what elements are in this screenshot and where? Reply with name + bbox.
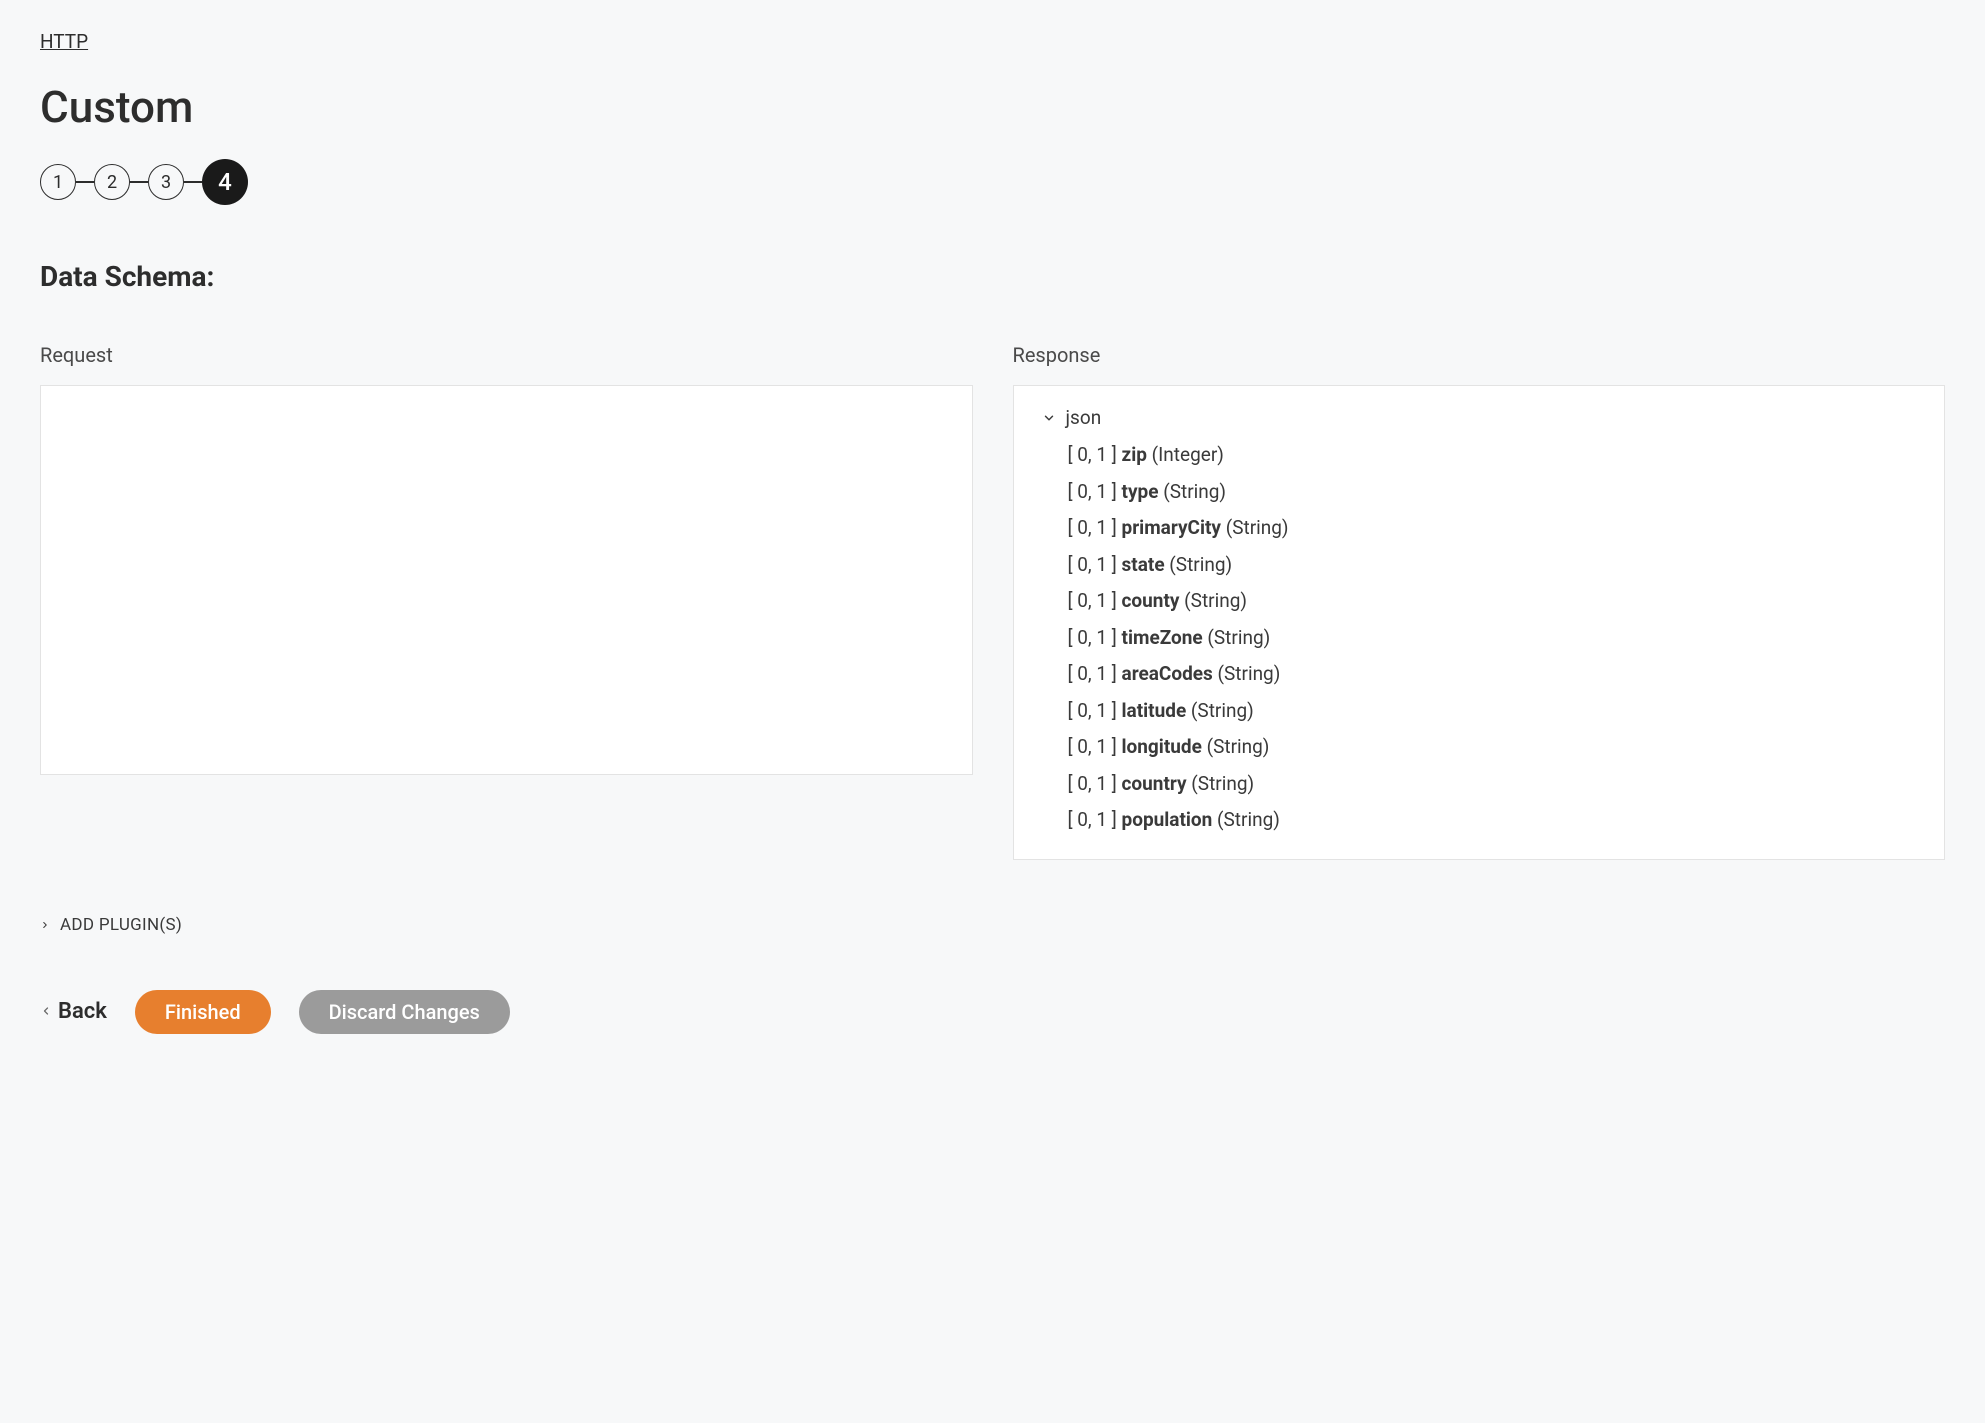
- tree-item[interactable]: [ 0, 1 ] state (String): [1068, 547, 1917, 584]
- step-4[interactable]: 4: [202, 159, 248, 205]
- stepper: 1234: [40, 159, 1945, 205]
- field-cardinality: [ 0, 1 ]: [1068, 626, 1122, 649]
- tree-item[interactable]: [ 0, 1 ] country (String): [1068, 766, 1917, 803]
- section-title: Data Schema:: [40, 260, 1945, 293]
- step-2[interactable]: 2: [94, 164, 130, 200]
- field-type: (String): [1221, 516, 1289, 539]
- field-cardinality: [ 0, 1 ]: [1068, 443, 1122, 466]
- field-name: latitude: [1122, 699, 1187, 722]
- field-type: (String): [1186, 699, 1254, 722]
- field-name: type: [1122, 480, 1159, 503]
- step-connector: [130, 181, 148, 183]
- breadcrumb-http[interactable]: HTTP: [40, 30, 88, 53]
- field-type: (String): [1212, 808, 1280, 831]
- field-cardinality: [ 0, 1 ]: [1068, 699, 1122, 722]
- tree-item[interactable]: [ 0, 1 ] timeZone (String): [1068, 620, 1917, 657]
- finished-button[interactable]: Finished: [135, 990, 271, 1034]
- response-label: Response: [1013, 343, 1946, 367]
- step-3[interactable]: 3: [148, 164, 184, 200]
- add-plugins-label: ADD PLUGIN(S): [60, 915, 182, 935]
- field-type: (String): [1158, 480, 1226, 503]
- response-column: Response json [ 0, 1 ] zip (Integer)[ 0,…: [1013, 343, 1946, 860]
- footer-buttons: Back Finished Discard Changes: [40, 990, 1945, 1034]
- field-name: longitude: [1122, 735, 1202, 758]
- tree-item[interactable]: [ 0, 1 ] primaryCity (String): [1068, 510, 1917, 547]
- response-panel[interactable]: json [ 0, 1 ] zip (Integer)[ 0, 1 ] type…: [1013, 385, 1946, 860]
- field-name: county: [1122, 589, 1180, 612]
- page-title: Custom: [40, 81, 1945, 133]
- chevron-right-icon: [40, 915, 50, 934]
- field-name: population: [1122, 808, 1213, 831]
- tree-item[interactable]: [ 0, 1 ] population (String): [1068, 802, 1917, 839]
- field-type: (String): [1202, 735, 1270, 758]
- field-type: (String): [1179, 589, 1247, 612]
- field-type: (String): [1165, 553, 1233, 576]
- tree-root-label: json: [1066, 406, 1102, 429]
- step-connector: [76, 181, 94, 183]
- field-type: (String): [1213, 662, 1281, 685]
- request-label: Request: [40, 343, 973, 367]
- field-type: (String): [1187, 772, 1255, 795]
- field-cardinality: [ 0, 1 ]: [1068, 553, 1122, 576]
- step-1[interactable]: 1: [40, 164, 76, 200]
- add-plugins-toggle[interactable]: ADD PLUGIN(S): [40, 915, 1945, 935]
- field-type: (String): [1203, 626, 1271, 649]
- field-name: state: [1122, 553, 1165, 576]
- field-cardinality: [ 0, 1 ]: [1068, 516, 1122, 539]
- back-button-label: Back: [58, 999, 107, 1024]
- request-column: Request: [40, 343, 973, 860]
- field-name: areaCodes: [1122, 662, 1213, 685]
- chevron-left-icon: [40, 1001, 52, 1022]
- field-name: timeZone: [1122, 626, 1203, 649]
- field-cardinality: [ 0, 1 ]: [1068, 808, 1122, 831]
- field-cardinality: [ 0, 1 ]: [1068, 480, 1122, 503]
- field-name: primaryCity: [1122, 516, 1221, 539]
- field-type: (Integer): [1147, 443, 1224, 466]
- tree-children: [ 0, 1 ] zip (Integer)[ 0, 1 ] type (Str…: [1068, 437, 1917, 839]
- request-panel[interactable]: [40, 385, 973, 775]
- chevron-down-icon: [1042, 411, 1056, 425]
- tree-item[interactable]: [ 0, 1 ] latitude (String): [1068, 693, 1917, 730]
- field-cardinality: [ 0, 1 ]: [1068, 662, 1122, 685]
- tree-root-json[interactable]: json: [1042, 406, 1917, 429]
- step-connector: [184, 181, 202, 183]
- tree-item[interactable]: [ 0, 1 ] zip (Integer): [1068, 437, 1917, 474]
- tree-item[interactable]: [ 0, 1 ] county (String): [1068, 583, 1917, 620]
- field-cardinality: [ 0, 1 ]: [1068, 772, 1122, 795]
- discard-button[interactable]: Discard Changes: [299, 990, 510, 1034]
- back-button[interactable]: Back: [40, 999, 107, 1024]
- field-cardinality: [ 0, 1 ]: [1068, 735, 1122, 758]
- schema-columns: Request Response json [ 0, 1 ] zip (Inte…: [40, 343, 1945, 860]
- tree-item[interactable]: [ 0, 1 ] longitude (String): [1068, 729, 1917, 766]
- field-cardinality: [ 0, 1 ]: [1068, 589, 1122, 612]
- field-name: zip: [1122, 443, 1147, 466]
- field-name: country: [1122, 772, 1187, 795]
- tree-item[interactable]: [ 0, 1 ] type (String): [1068, 474, 1917, 511]
- tree-item[interactable]: [ 0, 1 ] areaCodes (String): [1068, 656, 1917, 693]
